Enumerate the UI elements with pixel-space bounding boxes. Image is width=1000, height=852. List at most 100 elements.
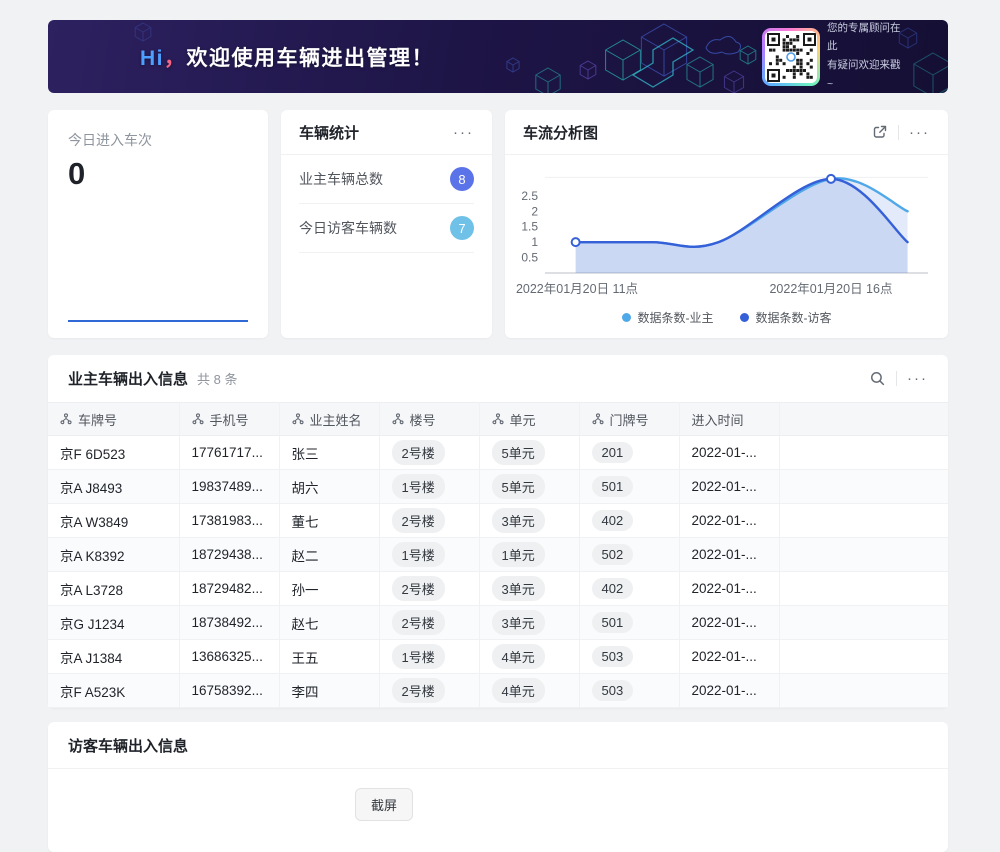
table-cell[interactable]: 京A J1384 bbox=[48, 640, 179, 674]
table-row[interactable]: 京A J138413686325...王五 1号楼 4单元5032022-01-..… bbox=[48, 640, 948, 674]
column-header[interactable]: 进入时间 bbox=[679, 403, 779, 436]
table-cell[interactable]: 503 bbox=[579, 640, 679, 674]
table-cell[interactable]: 2022-01-... bbox=[679, 674, 779, 708]
table-cell[interactable] bbox=[779, 572, 948, 606]
table-cell[interactable]: 201 bbox=[579, 436, 679, 470]
table-cell[interactable]: 19837489... bbox=[179, 470, 279, 504]
table-cell[interactable]: 18729438... bbox=[179, 538, 279, 572]
table-cell[interactable]: 京A J8493 bbox=[48, 470, 179, 504]
table-cell[interactable]: 2号楼 bbox=[379, 504, 479, 538]
table-row[interactable]: 京A L372818729482...孙一2号楼 3单元 4022022-01-..… bbox=[48, 572, 948, 606]
table-cell[interactable] bbox=[779, 674, 948, 708]
table-cell[interactable]: 2号楼 bbox=[379, 606, 479, 640]
cell-tag: 2号楼 bbox=[392, 610, 445, 635]
table-cell[interactable] bbox=[779, 606, 948, 640]
table-cell[interactable]: 2022-01-... bbox=[679, 572, 779, 606]
table-cell[interactable]: 京F A523K bbox=[48, 674, 179, 708]
table-cell[interactable]: 赵七 bbox=[279, 606, 379, 640]
table-cell[interactable]: 3单元 bbox=[479, 606, 579, 640]
column-header[interactable] bbox=[779, 403, 948, 436]
table-row[interactable]: 京A W384917381983...董七2号楼3单元4022022-01-..… bbox=[48, 504, 948, 538]
table-cell[interactable]: 18729482... bbox=[179, 572, 279, 606]
table-cell[interactable]: 2022-01-... bbox=[679, 470, 779, 504]
table-cell[interactable]: 2022-01-... bbox=[679, 504, 779, 538]
table-cell[interactable]: 1号楼 bbox=[379, 538, 479, 572]
table-cell[interactable]: 2022-01-... bbox=[679, 640, 779, 674]
consultant-qr-code[interactable] bbox=[762, 28, 820, 86]
stat-row-badge: 8 bbox=[450, 167, 474, 191]
column-header[interactable]: 楼号 bbox=[379, 403, 479, 436]
table-row[interactable]: 京A K839218729438...赵二1号楼1单元5022022-01-..… bbox=[48, 538, 948, 572]
table-cell[interactable]: 1单元 bbox=[479, 538, 579, 572]
table-row[interactable]: 京G J123418738492...赵七 2号楼 3单元5012022-01-..… bbox=[48, 606, 948, 640]
table-cell[interactable] bbox=[779, 504, 948, 538]
cell-tag: 1号楼 bbox=[392, 644, 445, 669]
table-cell[interactable]: 1号楼 bbox=[379, 470, 479, 504]
table-row[interactable]: 京F A523K16758392...李四2号楼4单元5032022-01-..… bbox=[48, 674, 948, 708]
table-cell[interactable]: 京A W3849 bbox=[48, 504, 179, 538]
table-cell[interactable]: 4单元 bbox=[479, 640, 579, 674]
search-icon[interactable] bbox=[869, 370, 886, 387]
table-header-row: 车牌号手机号业主姓名楼号单元门牌号进入时间 bbox=[48, 403, 948, 436]
table-cell[interactable]: 2号楼 bbox=[379, 674, 479, 708]
table-cell[interactable]: 501 bbox=[579, 606, 679, 640]
table-cell[interactable]: 2号楼 bbox=[379, 572, 479, 606]
banner-hi: Hi bbox=[140, 47, 164, 70]
clipped-button[interactable]: 截屏 bbox=[355, 788, 413, 821]
table-cell[interactable]: 2号楼 bbox=[379, 436, 479, 470]
owner-table-count: 共 8 条 bbox=[197, 369, 237, 388]
table-cell[interactable]: 5单元 bbox=[479, 470, 579, 504]
traffic-line-chart[interactable]: 0.511.522.52022年01月20日 11点2022年01月20日 16… bbox=[505, 155, 948, 307]
table-cell[interactable]: 3单元 bbox=[479, 504, 579, 538]
table-cell[interactable]: 501 bbox=[579, 470, 679, 504]
owner-table-title: 业主车辆出入信息 bbox=[68, 368, 188, 389]
column-header[interactable]: 车牌号 bbox=[48, 403, 179, 436]
table-cell[interactable]: 董七 bbox=[279, 504, 379, 538]
column-header[interactable]: 单元 bbox=[479, 403, 579, 436]
table-cell[interactable] bbox=[779, 640, 948, 674]
table-cell[interactable]: 503 bbox=[579, 674, 679, 708]
table-cell[interactable]: 京A L3728 bbox=[48, 572, 179, 606]
table-cell[interactable]: 502 bbox=[579, 538, 679, 572]
table-cell[interactable]: 4单元 bbox=[479, 674, 579, 708]
visitor-table-card: 访客车辆出入信息 截屏 bbox=[48, 722, 948, 852]
table-cell[interactable] bbox=[779, 538, 948, 572]
column-header[interactable]: 门牌号 bbox=[579, 403, 679, 436]
table-cell[interactable]: 京A K8392 bbox=[48, 538, 179, 572]
table-cell[interactable]: 赵二 bbox=[279, 538, 379, 572]
table-cell[interactable]: 13686325... bbox=[179, 640, 279, 674]
traffic-chart-title: 车流分析图 bbox=[523, 122, 598, 143]
legend-item[interactable]: 数据条数-访客 bbox=[740, 309, 832, 326]
more-menu-icon[interactable]: ··· bbox=[907, 371, 928, 386]
table-cell[interactable]: 2022-01-... bbox=[679, 538, 779, 572]
table-cell[interactable]: 2022-01-... bbox=[679, 436, 779, 470]
table-cell[interactable]: 1号楼 bbox=[379, 640, 479, 674]
table-row[interactable]: 京F 6D52317761717...张三2号楼5单元2012022-01-..… bbox=[48, 436, 948, 470]
table-cell[interactable]: 16758392... bbox=[179, 674, 279, 708]
more-menu-icon[interactable]: ··· bbox=[453, 125, 474, 140]
cell-tag: 3单元 bbox=[492, 576, 545, 601]
table-cell[interactable]: 胡六 bbox=[279, 470, 379, 504]
table-cell[interactable]: 李四 bbox=[279, 674, 379, 708]
column-header[interactable]: 业主姓名 bbox=[279, 403, 379, 436]
table-cell[interactable]: 18738492... bbox=[179, 606, 279, 640]
table-cell[interactable]: 京G J1234 bbox=[48, 606, 179, 640]
table-cell[interactable]: 17381983... bbox=[179, 504, 279, 538]
table-cell[interactable]: 张三 bbox=[279, 436, 379, 470]
table-cell[interactable]: 5单元 bbox=[479, 436, 579, 470]
table-cell[interactable]: 402 bbox=[579, 504, 679, 538]
legend-item[interactable]: 数据条数-业主 bbox=[622, 309, 714, 326]
table-cell[interactable]: 王五 bbox=[279, 640, 379, 674]
table-cell[interactable]: 孙一 bbox=[279, 572, 379, 606]
expand-export-icon[interactable] bbox=[872, 124, 888, 140]
table-cell[interactable]: 3单元 bbox=[479, 572, 579, 606]
table-cell[interactable]: 402 bbox=[579, 572, 679, 606]
table-cell[interactable]: 2022-01-... bbox=[679, 606, 779, 640]
table-cell[interactable]: 京F 6D523 bbox=[48, 436, 179, 470]
column-header[interactable]: 手机号 bbox=[179, 403, 279, 436]
table-cell[interactable] bbox=[779, 470, 948, 504]
table-row[interactable]: 京A J849319837489...胡六1号楼5单元5012022-01-..… bbox=[48, 470, 948, 504]
table-cell[interactable] bbox=[779, 436, 948, 470]
more-menu-icon[interactable]: ··· bbox=[909, 125, 930, 140]
table-cell[interactable]: 17761717... bbox=[179, 436, 279, 470]
